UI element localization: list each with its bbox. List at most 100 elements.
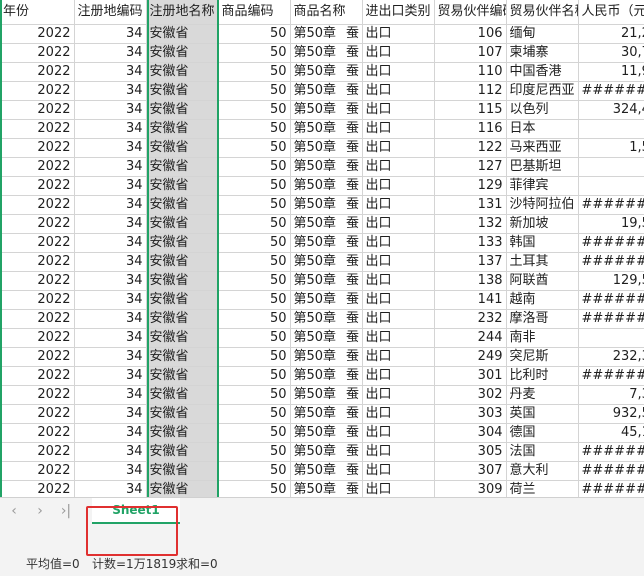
cell-rmb-amount[interactable]: 19,536 (578, 214, 644, 234)
cell-partner-name[interactable]: 丹麦 (506, 385, 579, 405)
cell-commodity-code[interactable]: 50 (218, 461, 291, 481)
cell-commodity-name[interactable]: 第50章蚕 (290, 442, 363, 462)
cell-commodity-name[interactable]: 第50章蚕 (290, 214, 363, 234)
cell-region-name[interactable]: 安徽省 (146, 366, 219, 386)
cell-region-name[interactable]: 安徽省 (146, 43, 219, 63)
spreadsheet-grid[interactable]: 年份 注册地编码 注册地名称 商品编码 商品名称 进出口类别 贸易伙伴编码 贸易… (0, 0, 644, 502)
cell-partner-code[interactable]: 138 (434, 271, 507, 291)
cell-year[interactable]: 2022 (0, 233, 75, 253)
cell-commodity-code[interactable]: 50 (218, 309, 291, 329)
cell-trade-type[interactable]: 出口 (362, 62, 435, 82)
cell-commodity-code[interactable]: 50 (218, 404, 291, 424)
cell-trade-type[interactable]: 出口 (362, 290, 435, 310)
cell-year[interactable]: 2022 (0, 100, 75, 120)
cell-rmb-amount[interactable]: 232,362 (578, 347, 644, 367)
cell-partner-code[interactable]: 127 (434, 157, 507, 177)
cell-region-name[interactable]: 安徽省 (146, 252, 219, 272)
cell-commodity-code[interactable]: 50 (218, 176, 291, 196)
cell-commodity-name[interactable]: 第50章蚕 (290, 290, 363, 310)
cell-partner-name[interactable]: 比利时 (506, 366, 579, 386)
cell-rmb-amount[interactable]: 324,427 (578, 100, 644, 120)
cell-commodity-code[interactable]: 50 (218, 100, 291, 120)
cell-region-name[interactable]: 安徽省 (146, 214, 219, 234)
cell-region-code[interactable]: 34 (74, 138, 147, 158)
cell-region-name[interactable]: 安徽省 (146, 81, 219, 101)
cell-rmb-amount[interactable]: 45,102 (578, 423, 644, 443)
cell-partner-name[interactable]: 南非 (506, 328, 579, 348)
cell-partner-code[interactable]: 249 (434, 347, 507, 367)
cell-commodity-name[interactable]: 第50章蚕 (290, 81, 363, 101)
cell-region-code[interactable]: 34 (74, 119, 147, 139)
cell-commodity-code[interactable]: 50 (218, 385, 291, 405)
cell-year[interactable]: 2022 (0, 81, 75, 101)
cell-partner-code[interactable]: 115 (434, 100, 507, 120)
cell-year[interactable]: 2022 (0, 252, 75, 272)
cell-partner-code[interactable]: 303 (434, 404, 507, 424)
cell-trade-type[interactable]: 出口 (362, 214, 435, 234)
header-commodity-name[interactable]: 商品名称 (290, 0, 363, 25)
cell-region-code[interactable]: 34 (74, 233, 147, 253)
cell-partner-name[interactable]: 菲律宾 (506, 176, 579, 196)
cell-partner-code[interactable]: 244 (434, 328, 507, 348)
cell-rmb-amount[interactable]: 95 (578, 119, 644, 139)
cell-trade-type[interactable]: 出口 (362, 442, 435, 462)
cell-trade-type[interactable]: 出口 (362, 423, 435, 443)
cell-partner-code[interactable]: 307 (434, 461, 507, 481)
cell-region-code[interactable]: 34 (74, 290, 147, 310)
cell-partner-name[interactable]: 沙特阿拉伯 (506, 195, 579, 215)
cell-commodity-code[interactable]: 50 (218, 195, 291, 215)
cell-year[interactable]: 2022 (0, 328, 75, 348)
cell-partner-name[interactable]: 意大利 (506, 461, 579, 481)
cell-rmb-amount[interactable]: 21,261 (578, 24, 644, 44)
cell-region-code[interactable]: 34 (74, 366, 147, 386)
cell-commodity-code[interactable]: 50 (218, 214, 291, 234)
cell-region-code[interactable]: 34 (74, 252, 147, 272)
cell-rmb-amount[interactable]: ######## (578, 81, 644, 101)
cell-partner-code[interactable]: 305 (434, 442, 507, 462)
cell-trade-type[interactable]: 出口 (362, 328, 435, 348)
cell-partner-code[interactable]: 232 (434, 309, 507, 329)
prev-sheet-icon[interactable]: ‹ (6, 502, 22, 520)
cell-trade-type[interactable]: 出口 (362, 195, 435, 215)
cell-year[interactable]: 2022 (0, 157, 75, 177)
cell-commodity-name[interactable]: 第50章蚕 (290, 62, 363, 82)
cell-trade-type[interactable]: 出口 (362, 119, 435, 139)
cell-commodity-name[interactable]: 第50章蚕 (290, 252, 363, 272)
cell-year[interactable]: 2022 (0, 138, 75, 158)
cell-year[interactable]: 2022 (0, 347, 75, 367)
cell-commodity-code[interactable]: 50 (218, 423, 291, 443)
cell-partner-name[interactable]: 巴基斯坦 (506, 157, 579, 177)
cell-partner-name[interactable]: 日本 (506, 119, 579, 139)
cell-region-name[interactable]: 安徽省 (146, 423, 219, 443)
cell-rmb-amount[interactable]: ######## (578, 442, 644, 462)
cell-year[interactable]: 2022 (0, 195, 75, 215)
cell-year[interactable]: 2022 (0, 385, 75, 405)
cell-year[interactable]: 2022 (0, 24, 75, 44)
cell-commodity-name[interactable]: 第50章蚕 (290, 138, 363, 158)
header-region-name[interactable]: 注册地名称 (146, 0, 219, 25)
cell-region-name[interactable]: 安徽省 (146, 442, 219, 462)
cell-partner-name[interactable]: 土耳其 (506, 252, 579, 272)
cell-rmb-amount[interactable]: ######## (578, 309, 644, 329)
cell-partner-name[interactable]: 缅甸 (506, 24, 579, 44)
cell-region-code[interactable]: 34 (74, 271, 147, 291)
cell-region-name[interactable]: 安徽省 (146, 195, 219, 215)
cell-partner-code[interactable]: 110 (434, 62, 507, 82)
cell-partner-code[interactable]: 106 (434, 24, 507, 44)
cell-partner-code[interactable]: 302 (434, 385, 507, 405)
cell-trade-type[interactable]: 出口 (362, 157, 435, 177)
cell-rmb-amount[interactable]: ######## (578, 461, 644, 481)
cell-commodity-name[interactable]: 第50章蚕 (290, 404, 363, 424)
cell-rmb-amount[interactable]: ######## (578, 290, 644, 310)
cell-year[interactable]: 2022 (0, 43, 75, 63)
cell-commodity-code[interactable]: 50 (218, 290, 291, 310)
cell-partner-name[interactable]: 新加坡 (506, 214, 579, 234)
cell-trade-type[interactable]: 出口 (362, 176, 435, 196)
cell-partner-name[interactable]: 阿联酋 (506, 271, 579, 291)
cell-commodity-name[interactable]: 第50章蚕 (290, 461, 363, 481)
cell-rmb-amount[interactable]: ######## (578, 195, 644, 215)
cell-trade-type[interactable]: 出口 (362, 138, 435, 158)
cell-commodity-code[interactable]: 50 (218, 442, 291, 462)
cell-commodity-code[interactable]: 50 (218, 271, 291, 291)
cell-region-code[interactable]: 34 (74, 100, 147, 120)
